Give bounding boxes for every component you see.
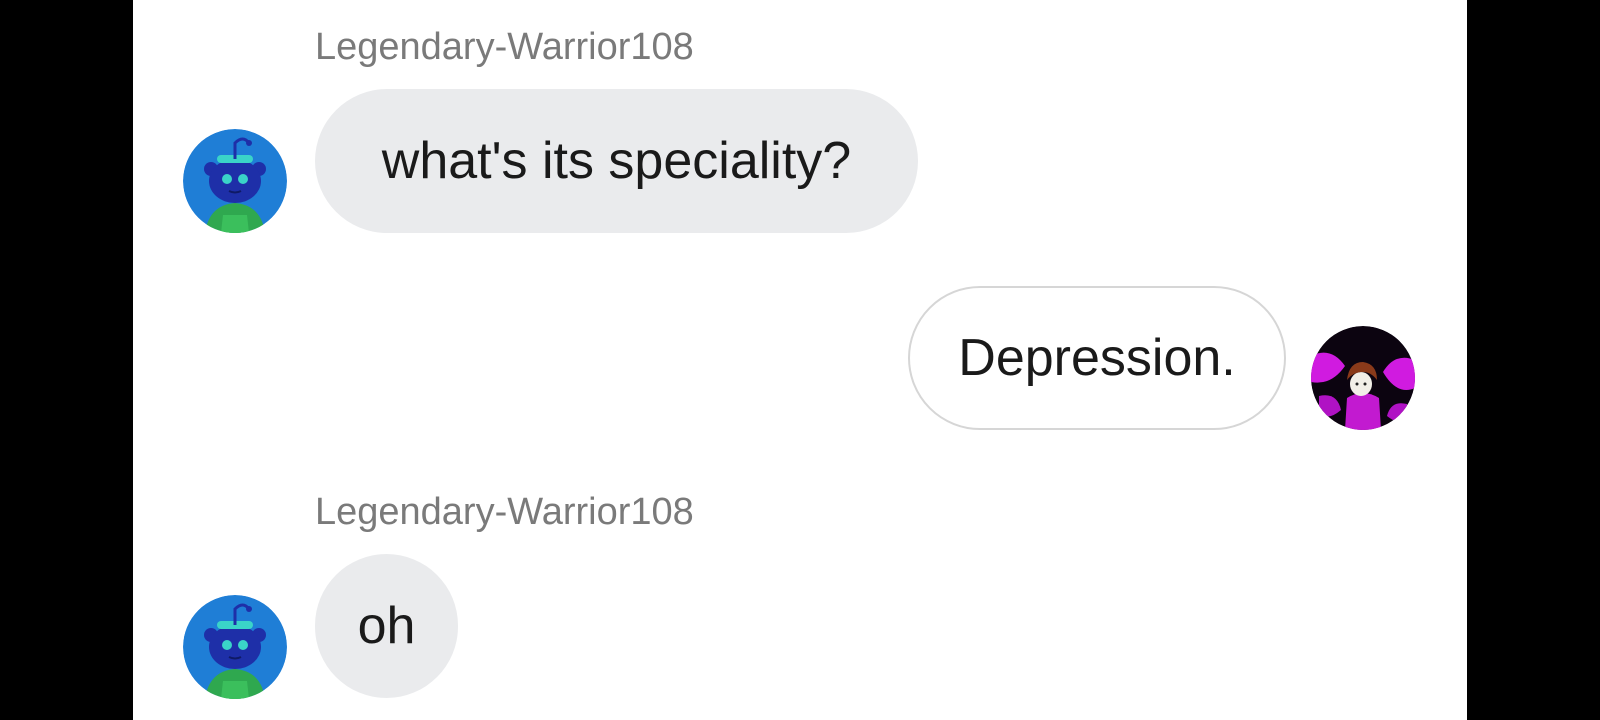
snoo-blue-avatar-icon[interactable]: [183, 129, 287, 233]
chat-thread: Legendary-Warrior108 what's its speciali…: [133, 0, 1467, 720]
snoo-blue-avatar-icon[interactable]: [183, 595, 287, 699]
magenta-character-avatar-icon[interactable]: [1311, 326, 1415, 430]
message-bubble[interactable]: Depression.: [908, 286, 1286, 430]
sender-username[interactable]: Legendary-Warrior108: [315, 490, 694, 534]
message-bubble[interactable]: what's its speciality?: [315, 89, 918, 233]
message-bubble[interactable]: oh: [315, 554, 458, 698]
sender-username[interactable]: Legendary-Warrior108: [315, 25, 694, 69]
